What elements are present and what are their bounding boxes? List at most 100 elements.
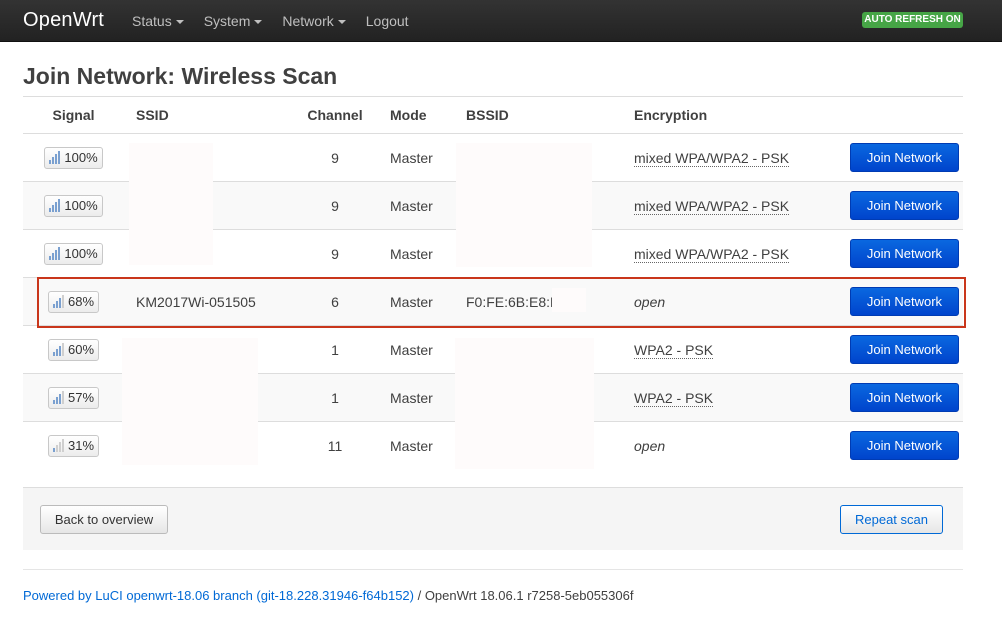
cell-mode: Master bbox=[387, 277, 463, 326]
cell-action: Join Network bbox=[841, 133, 963, 182]
chevron-down-icon bbox=[337, 20, 346, 25]
cell-mode: Master bbox=[387, 325, 463, 374]
signal-indicator: 31% bbox=[47, 434, 100, 457]
cell-channel: 9 bbox=[283, 133, 387, 182]
signal-strength-icon bbox=[49, 151, 61, 164]
signal-indicator: 60% bbox=[47, 338, 100, 361]
cell-action: Join Network bbox=[841, 229, 963, 278]
signal-percent: 31% bbox=[67, 438, 95, 454]
header-bssid: BSSID bbox=[463, 96, 631, 134]
cell-signal: 100% bbox=[23, 229, 124, 278]
menu-system-label: System bbox=[203, 13, 251, 29]
auto-refresh-badge[interactable]: AUTO REFRESH ON bbox=[862, 12, 963, 28]
signal-bar bbox=[52, 448, 55, 453]
join-network-button[interactable]: Join Network bbox=[850, 143, 959, 172]
chevron-down-icon bbox=[254, 20, 263, 25]
cell-signal: 68% bbox=[23, 277, 124, 326]
signal-bar bbox=[58, 346, 61, 356]
cell-signal: 57% bbox=[23, 373, 124, 422]
signal-bar bbox=[52, 400, 55, 404]
back-to-overview-button[interactable]: Back to overview bbox=[40, 505, 168, 534]
signal-bar bbox=[49, 256, 52, 260]
signal-indicator: 100% bbox=[44, 242, 103, 265]
signal-percent: 100% bbox=[64, 198, 98, 213]
repeat-scan-button[interactable]: Repeat scan bbox=[840, 505, 943, 534]
signal-percent: 100% bbox=[64, 150, 98, 165]
signal-bar bbox=[55, 397, 58, 404]
menu-network[interactable]: Network bbox=[282, 0, 346, 42]
cell-signal: 100% bbox=[23, 133, 124, 182]
luci-link[interactable]: Powered by LuCI openwrt-18.06 branch (gi… bbox=[23, 588, 414, 603]
table-header-row: Signal SSID Channel Mode BSSID Encryptio… bbox=[23, 96, 963, 134]
signal-bar bbox=[52, 157, 55, 164]
signal-bar bbox=[61, 343, 64, 356]
cell-signal: 60% bbox=[23, 325, 124, 374]
cell-mode: Master bbox=[387, 229, 463, 278]
signal-bar bbox=[55, 250, 58, 260]
join-network-button[interactable]: Join Network bbox=[850, 287, 959, 316]
signal-bar bbox=[52, 205, 55, 212]
signal-bar bbox=[58, 298, 61, 308]
header-mode: Mode bbox=[387, 96, 463, 134]
openwrt-version: / OpenWrt 18.06.1 r7258-5eb055306f bbox=[413, 588, 634, 603]
join-network-button[interactable]: Join Network bbox=[850, 383, 959, 412]
signal-indicator: 68% bbox=[47, 290, 100, 313]
redaction-mask bbox=[129, 143, 213, 265]
signal-strength-icon bbox=[52, 343, 64, 356]
join-network-button[interactable]: Join Network bbox=[850, 239, 959, 268]
signal-bar bbox=[58, 199, 61, 212]
encryption-label: mixed WPA/WPA2 - PSK bbox=[634, 245, 790, 263]
signal-strength-icon bbox=[49, 199, 61, 212]
redaction-mask bbox=[552, 288, 586, 312]
cell-action: Join Network bbox=[841, 373, 963, 422]
signal-bar bbox=[61, 391, 64, 404]
cell-bssid: F0:FE:6B:E8:E bbox=[463, 277, 631, 326]
signal-percent: 60% bbox=[67, 342, 95, 357]
signal-bar bbox=[52, 304, 55, 308]
cell-mode: Master bbox=[387, 421, 463, 470]
cell-signal: 100% bbox=[23, 181, 124, 230]
signal-bar bbox=[55, 301, 58, 308]
redaction-mask bbox=[122, 338, 258, 465]
signal-bar bbox=[58, 247, 61, 260]
signal-percent: 57% bbox=[67, 390, 95, 405]
signal-bar bbox=[49, 208, 52, 212]
cell-channel: 11 bbox=[283, 421, 387, 470]
cell-encryption: open bbox=[631, 421, 841, 470]
page-title: Join Network: Wireless Scan bbox=[23, 63, 338, 89]
footer-divider bbox=[23, 569, 963, 570]
signal-strength-icon bbox=[52, 295, 64, 308]
signal-bar bbox=[61, 295, 64, 308]
table-row: 68% KM2017Wi-051505 6 Master F0:FE:6B:E8:E op… bbox=[23, 277, 963, 326]
cell-channel: 9 bbox=[283, 229, 387, 278]
signal-strength-icon bbox=[52, 391, 64, 404]
cell-channel: 1 bbox=[283, 373, 387, 422]
join-network-button[interactable]: Join Network bbox=[850, 335, 959, 364]
signal-bar bbox=[61, 439, 64, 453]
footer: Powered by LuCI openwrt-18.06 branch (gi… bbox=[23, 588, 633, 603]
cell-channel: 1 bbox=[283, 325, 387, 374]
cell-signal: 31% bbox=[23, 421, 124, 470]
signal-bar bbox=[52, 253, 55, 260]
signal-bar bbox=[55, 349, 58, 356]
main-menu: Status System Network Logout bbox=[132, 0, 429, 42]
brand-logo[interactable]: OpenWrt bbox=[23, 9, 104, 32]
encryption-label: WPA2 - PSK bbox=[634, 341, 714, 359]
cell-action: Join Network bbox=[841, 325, 963, 374]
cell-mode: Master bbox=[387, 181, 463, 230]
menu-system[interactable]: System bbox=[204, 0, 263, 42]
join-network-button[interactable]: Join Network bbox=[850, 431, 959, 461]
header-action bbox=[841, 96, 963, 134]
cell-action: Join Network bbox=[841, 181, 963, 230]
action-bar: Back to overview Repeat scan bbox=[23, 487, 963, 550]
join-network-button[interactable]: Join Network bbox=[850, 191, 959, 220]
menu-network-label: Network bbox=[282, 13, 334, 29]
cell-action: Join Network bbox=[841, 421, 963, 470]
menu-logout[interactable]: Logout bbox=[366, 0, 409, 42]
encryption-label: open bbox=[634, 293, 666, 310]
menu-status[interactable]: Status bbox=[132, 0, 184, 42]
signal-bar bbox=[58, 151, 61, 164]
signal-bar bbox=[55, 154, 58, 164]
menu-logout-label: Logout bbox=[365, 13, 409, 29]
encryption-label: WPA2 - PSK bbox=[634, 389, 714, 407]
